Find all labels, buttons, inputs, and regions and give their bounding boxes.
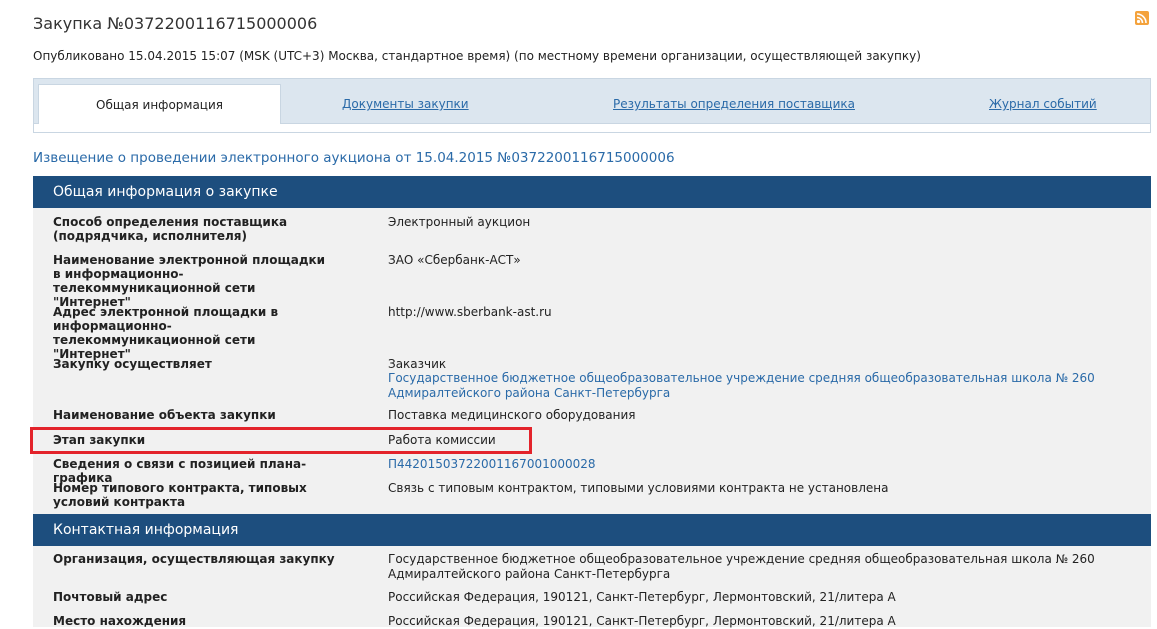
- section-header-general: Общая информация о закупке: [33, 176, 1151, 208]
- value-platform-address: http://www.sberbank-ast.ru: [388, 305, 552, 319]
- tab-general-info-label: Общая информация: [96, 98, 223, 112]
- tab-general-info[interactable]: Общая информация: [38, 84, 281, 124]
- tab-documents[interactable]: Документы закупки: [342, 97, 469, 111]
- value-supplier-method: Электронный аукцион: [388, 215, 531, 229]
- notice-title: Извещение о проведении электронного аукц…: [33, 150, 675, 166]
- plan-position-link[interactable]: П44201503722001167001000028: [388, 457, 1138, 472]
- label-platform-address: Адрес электронной площадки в информацион…: [53, 305, 279, 361]
- tab-journal[interactable]: Журнал событий: [989, 97, 1097, 111]
- value-contract-number: Связь с типовым контрактом, типовыми усл…: [388, 481, 889, 495]
- label-object-name: Наименование объекта закупки: [53, 408, 276, 422]
- published-info: Опубликовано 15.04.2015 15:07 (MSK (UTC+…: [33, 49, 921, 63]
- value-organization: Государственное бюджетное общеобразовате…: [388, 552, 1095, 581]
- value-platform-name: ЗАО «Сбербанк-АСТ»: [388, 253, 521, 267]
- value-object-name: Поставка медицинского оборудования: [388, 408, 636, 422]
- purchaser-org-link[interactable]: Государственное бюджетное общеобразовате…: [388, 371, 1138, 401]
- tab-results[interactable]: Результаты определения поставщика: [613, 97, 855, 111]
- label-platform-name: Наименование электронной площадки в инфо…: [53, 253, 326, 309]
- section-header-contact: Контактная информация: [33, 514, 1151, 546]
- stage-highlight-box: [30, 427, 532, 454]
- rss-icon[interactable]: [1135, 11, 1149, 25]
- label-contract-number: Номер типового контракта, типовых услови…: [53, 481, 307, 509]
- label-purchaser: Закупку осуществляет: [53, 357, 212, 371]
- label-organization: Организация, осуществляющая закупку: [53, 552, 335, 566]
- page-title: Закупка №0372200116715000006: [33, 14, 318, 33]
- value-postal-address: Российская Федерация, 190121, Санкт-Пете…: [388, 590, 896, 604]
- label-supplier-method: Способ определения поставщика (подрядчик…: [53, 215, 288, 243]
- value-purchaser-role: Заказчик: [388, 357, 447, 371]
- label-location: Место нахождения: [53, 614, 187, 628]
- tab-bar-bottom: [33, 123, 1151, 133]
- label-postal-address: Почтовый адрес: [53, 590, 168, 604]
